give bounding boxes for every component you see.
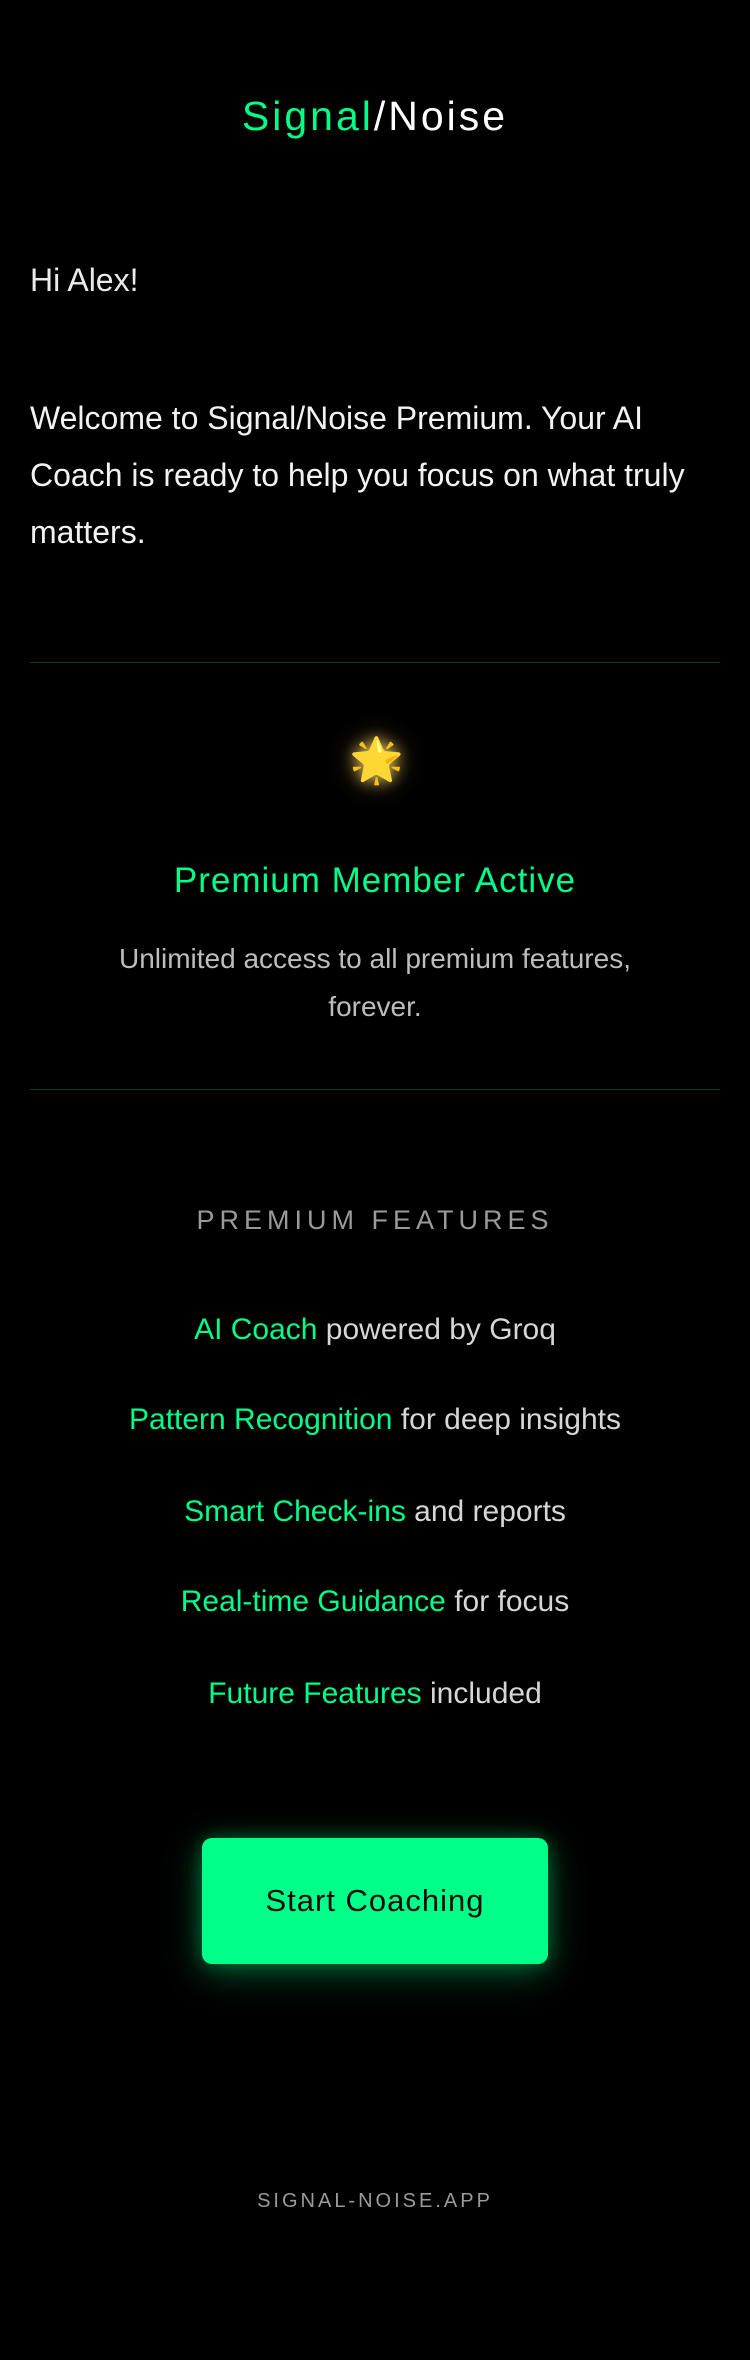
premium-status-subtitle: Unlimited access to all premium features… — [119, 943, 631, 1022]
glowing-star-icon: 🌟 — [349, 736, 404, 785]
feature-highlight: Pattern Recognition — [129, 1403, 393, 1436]
feature-item-future-features: Future Features included — [0, 1672, 750, 1716]
start-coaching-button[interactable]: Start Coaching — [202, 1838, 548, 1964]
divider-bottom — [30, 1089, 720, 1090]
feature-item-real-time-guidance: Real-time Guidance for focus — [0, 1580, 750, 1624]
feature-item-pattern-recognition: Pattern Recognition for deep insights — [0, 1398, 750, 1442]
feature-text: for focus — [445, 1585, 570, 1618]
feature-highlight: Future Features — [208, 1677, 422, 1710]
brand-accent: Signal — [241, 93, 374, 139]
feature-item-ai-coach: AI Coach powered by Groq — [0, 1308, 750, 1352]
feature-item-smart-check-ins: Smart Check-ins and reports — [0, 1490, 750, 1534]
intro-text: Welcome to Signal/Noise Premium. Your AI… — [30, 400, 685, 550]
footer-site-link[interactable]: SIGNAL-NOISE.APP — [0, 2186, 750, 2216]
brand-rest: /Noise — [373, 93, 509, 139]
feature-text: powered by Groq — [317, 1313, 556, 1346]
feature-text: for deep insights — [392, 1403, 621, 1436]
feature-text: included — [421, 1677, 542, 1710]
features-heading: PREMIUM FEATURES — [196, 1205, 554, 1235]
premium-status-title: Premium Member Active — [173, 861, 577, 900]
greeting: Hi Alex! — [30, 262, 139, 298]
feature-text: and reports — [405, 1495, 566, 1528]
brand-logo: Signal/Noise — [0, 88, 750, 144]
feature-highlight: AI Coach — [194, 1313, 318, 1346]
email-page: Signal/Noise Hi Alex! Welcome to Signal/… — [0, 0, 750, 2360]
divider-top — [30, 662, 720, 663]
feature-highlight: Real-time Guidance — [180, 1585, 446, 1618]
feature-highlight: Smart Check-ins — [184, 1495, 406, 1528]
